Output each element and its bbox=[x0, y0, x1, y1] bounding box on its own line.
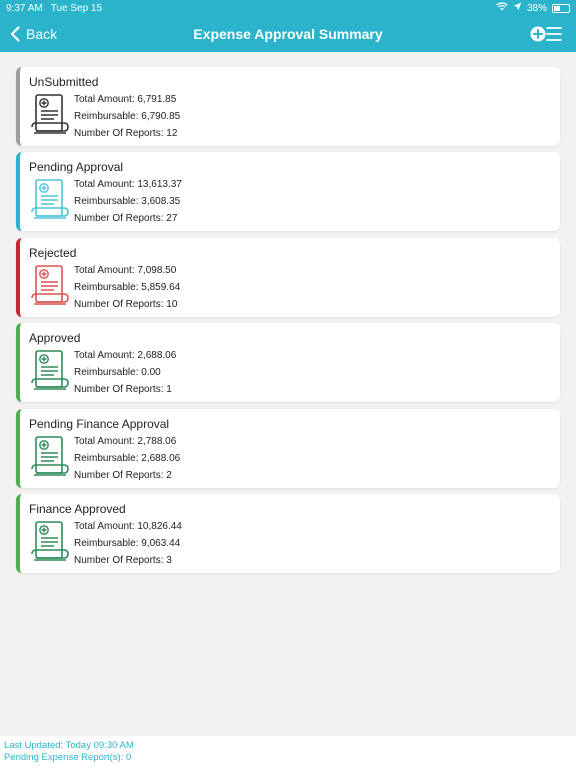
last-updated-text: Last Updated: Today 09:30 AM bbox=[4, 740, 134, 751]
pending-reports-text: Pending Expense Report(s): 0 bbox=[4, 752, 132, 763]
card-title: Pending Approval bbox=[29, 160, 124, 175]
number-of-reports: Number Of Reports: 2 bbox=[74, 469, 172, 481]
status-time: 9:37 AM bbox=[6, 2, 43, 14]
report-document-icon bbox=[30, 435, 70, 479]
total-amount: Total Amount: 2,688.06 bbox=[74, 350, 177, 362]
summary-card[interactable]: Rejected Total Amount: 7,098.50 Reimbursab… bbox=[16, 237, 560, 317]
battery-icon bbox=[552, 3, 570, 13]
status-bar: 9:37 AM Tue Sep 15 38% bbox=[0, 0, 576, 16]
card-title: Finance Approved bbox=[29, 501, 126, 516]
number-of-reports: Number Of Reports: 12 bbox=[74, 128, 178, 139]
nav-bar: Back Expense Approval Summary bbox=[0, 16, 576, 52]
total-amount: Total Amount: 13,613.37 bbox=[74, 179, 182, 191]
reimbursable-amount: Reimbursable: 2,688.06 bbox=[74, 452, 181, 464]
summary-list: UnSubmitted Total Amount: 6,791.85 Reimbur… bbox=[16, 67, 560, 579]
total-amount: Total Amount: 6,791.85 bbox=[74, 94, 177, 105]
reimbursable-amount: Reimbursable: 5,859.64 bbox=[74, 281, 181, 293]
back-label: Back bbox=[26, 26, 58, 42]
reimbursable-amount: Reimbursable: 6,790.85 bbox=[74, 111, 181, 122]
add-list-icon[interactable] bbox=[530, 24, 562, 44]
footer: Last Updated: Today 09:30 AM Pending Exp… bbox=[0, 736, 576, 768]
card-title: Rejected bbox=[29, 245, 77, 260]
report-document-icon bbox=[30, 178, 70, 222]
location-arrow-icon bbox=[513, 2, 522, 14]
chevron-left-icon bbox=[10, 26, 20, 42]
number-of-reports: Number Of Reports: 1 bbox=[74, 384, 172, 396]
reimbursable-amount: Reimbursable: 9,063.44 bbox=[74, 537, 181, 549]
card-title: Pending Finance Approval bbox=[29, 416, 170, 431]
back-button[interactable]: Back bbox=[0, 26, 57, 42]
summary-card[interactable]: Finance Approved Total Amount: 10,826.44 R… bbox=[16, 493, 560, 573]
report-document-icon bbox=[30, 93, 70, 137]
card-title: Approved bbox=[29, 331, 81, 346]
number-of-reports: Number Of Reports: 27 bbox=[74, 213, 178, 225]
total-amount: Total Amount: 2,788.06 bbox=[74, 435, 177, 447]
card-title: UnSubmitted bbox=[29, 75, 99, 89]
wifi-icon bbox=[496, 2, 508, 14]
summary-card[interactable]: UnSubmitted Total Amount: 6,791.85 Reimbur… bbox=[16, 67, 560, 146]
page-title: Expense Approval Summary bbox=[193, 26, 383, 42]
number-of-reports: Number Of Reports: 3 bbox=[74, 554, 172, 566]
reimbursable-amount: Reimbursable: 3,608.35 bbox=[74, 196, 181, 208]
summary-card[interactable]: Pending Approval Total Amount: 13,613.37 R… bbox=[16, 152, 560, 232]
total-amount: Total Amount: 7,098.50 bbox=[74, 264, 177, 276]
status-date: Tue Sep 15 bbox=[50, 2, 103, 14]
report-document-icon bbox=[30, 264, 70, 308]
reimbursable-amount: Reimbursable: 0.00 bbox=[74, 367, 161, 379]
number-of-reports: Number Of Reports: 10 bbox=[74, 298, 178, 310]
battery-percent: 38% bbox=[526, 2, 547, 14]
summary-card[interactable]: Approved Total Amount: 2,688.06 Reimbursab… bbox=[16, 323, 560, 403]
total-amount: Total Amount: 10,826.44 bbox=[74, 520, 182, 532]
report-document-icon bbox=[30, 520, 70, 564]
summary-card[interactable]: Pending Finance Approval Total Amount: 2,… bbox=[16, 408, 560, 488]
report-document-icon bbox=[30, 349, 70, 393]
